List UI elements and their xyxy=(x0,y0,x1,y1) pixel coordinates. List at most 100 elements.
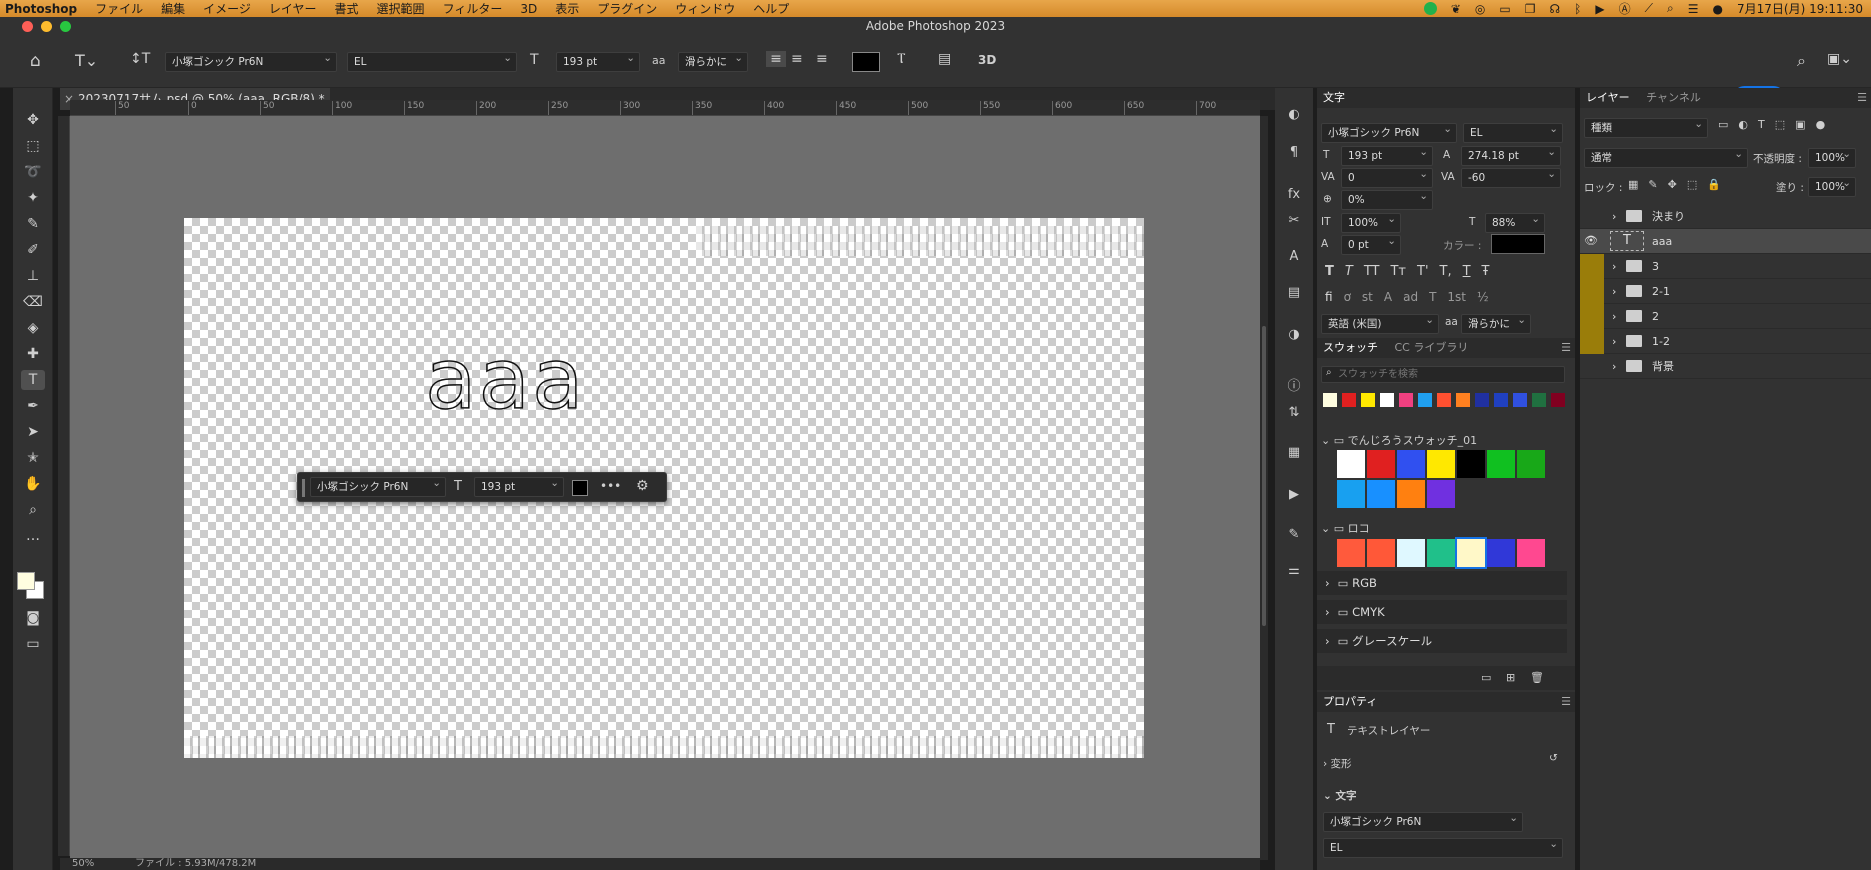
all-caps-button[interactable]: TT xyxy=(1364,264,1380,279)
stamp-tool-icon[interactable]: ⊥ xyxy=(21,266,45,286)
swatch[interactable] xyxy=(1367,539,1395,567)
swatch[interactable] xyxy=(1494,393,1508,407)
menu-view[interactable]: 表示 xyxy=(546,0,588,17)
swatch[interactable] xyxy=(1337,539,1365,567)
layer-row[interactable]: › 1-2 xyxy=(1580,329,1871,354)
chevron-down-icon[interactable]: ⌄ xyxy=(1323,790,1332,802)
char-leading-select[interactable]: 274.18 pt xyxy=(1461,146,1561,166)
menu-file[interactable]: ファイル xyxy=(86,0,152,17)
char-font-select[interactable]: 小塚ゴシック Pr6N xyxy=(1321,123,1457,143)
tab-layers[interactable]: レイヤー xyxy=(1580,88,1637,108)
eraser-tool-icon[interactable]: ⌫ xyxy=(21,292,45,312)
search-icon[interactable]: ⌕ xyxy=(1797,51,1806,71)
swatch[interactable] xyxy=(1437,393,1451,407)
channels-panel-icon[interactable]: ⇅ xyxy=(1285,404,1303,422)
font-size-icon[interactable]: T xyxy=(530,52,539,68)
eye-icon[interactable]: 👁 xyxy=(1584,233,1600,249)
ligature-button[interactable]: fi xyxy=(1325,290,1333,304)
hand-tool-icon[interactable]: ✋ xyxy=(21,474,45,494)
panel-menu-icon[interactable]: ☰ xyxy=(1555,338,1571,358)
window-icon[interactable]: ❐ xyxy=(1525,2,1536,16)
font-family-select[interactable]: 小塚ゴシック Pr6N xyxy=(165,52,337,72)
menu-plugins[interactable]: プラグイン xyxy=(588,0,666,17)
ctx-more-button[interactable]: ••• xyxy=(600,479,621,493)
brush-tool-icon[interactable]: ✐ xyxy=(21,240,45,260)
swatch[interactable] xyxy=(1513,393,1527,407)
panel-menu-icon[interactable]: ☰ xyxy=(1851,88,1867,108)
fraction-button[interactable]: ½ xyxy=(1477,290,1489,304)
layer-row[interactable]: › 2-1 xyxy=(1580,279,1871,304)
visibility-toggle[interactable] xyxy=(1584,208,1600,224)
swatch-group-denjiro[interactable]: ⌄ ▭ でんじろうスウォッチ_01 xyxy=(1321,432,1477,448)
lasso-tool-icon[interactable]: ➰ xyxy=(21,162,45,182)
chevron-right-icon[interactable]: › xyxy=(1317,576,1338,590)
char-panel-toggle-icon[interactable]: ▤ xyxy=(938,51,951,67)
swatch[interactable] xyxy=(1487,539,1515,567)
lock-pixels-icon[interactable]: ✎ xyxy=(1648,178,1657,191)
delete-icon[interactable]: 🗑 xyxy=(1530,671,1544,684)
layer-row[interactable]: › 3 xyxy=(1580,254,1871,279)
screen-icon[interactable]: ▭ xyxy=(1499,2,1510,16)
swatch-group-grayscale[interactable]: › ▭ グレースケール xyxy=(1317,629,1567,653)
image-filter-icon[interactable]: ▭ xyxy=(1718,118,1728,131)
swatch[interactable] xyxy=(1427,480,1455,508)
lock-all-icon[interactable]: 🔒 xyxy=(1707,178,1721,191)
shape-tool-icon[interactable]: ✭ xyxy=(21,448,45,468)
subscript-button[interactable]: T, xyxy=(1440,264,1452,279)
lock-position-icon[interactable]: ✥ xyxy=(1668,178,1677,191)
swatch[interactable] xyxy=(1427,450,1455,478)
quick-mask-icon[interactable]: ◙ xyxy=(21,608,45,628)
chevron-down-icon[interactable]: ⌄ xyxy=(1321,522,1330,535)
line-icon[interactable] xyxy=(1423,2,1437,15)
swatch[interactable] xyxy=(1323,393,1337,407)
visibility-toggle[interactable] xyxy=(1580,279,1604,304)
visibility-toggle[interactable] xyxy=(1580,304,1604,329)
minimize-button[interactable] xyxy=(41,21,52,32)
swatch[interactable] xyxy=(1397,480,1425,508)
tab-channels[interactable]: チャンネル xyxy=(1640,88,1708,108)
small-caps-button[interactable]: Tт xyxy=(1390,264,1406,279)
swatch[interactable] xyxy=(1380,393,1394,407)
layer-filter-select[interactable]: 種類 xyxy=(1584,118,1708,138)
type-tool-icon[interactable]: T xyxy=(21,370,45,390)
foreground-color-swatch[interactable] xyxy=(17,572,35,590)
filter-toggle-icon[interactable]: ● xyxy=(1816,118,1826,131)
marquee-tool-icon[interactable]: ⬚ xyxy=(21,136,45,156)
swatch-group-cmyk[interactable]: › ▭ CMYK xyxy=(1317,600,1567,624)
swatch-group-rgb[interactable]: › ▭ RGB xyxy=(1317,571,1567,595)
control-center-icon[interactable]: ☰ xyxy=(1688,2,1699,16)
vertical-scrollbar[interactable] xyxy=(1260,116,1268,860)
menu-filter[interactable]: フィルター xyxy=(434,0,512,17)
blend-mode-select[interactable]: 通常 xyxy=(1584,148,1748,168)
char-tracking-select[interactable]: -60 xyxy=(1461,168,1561,188)
swatch[interactable] xyxy=(1517,450,1545,478)
zoom-level[interactable]: 50% xyxy=(72,858,94,870)
zoom-tool-icon[interactable]: ⌕ xyxy=(21,500,45,520)
char-size-select[interactable]: 193 pt xyxy=(1341,146,1433,166)
discretionary-ligature-button[interactable]: st xyxy=(1362,290,1373,304)
language-select[interactable]: 英語 (米国) xyxy=(1321,314,1439,334)
move-tool-icon[interactable]: ✥ xyxy=(21,110,45,130)
layer-row[interactable]: › 決まり xyxy=(1580,204,1871,229)
reset-transform-icon[interactable]: ↺ xyxy=(1549,752,1558,764)
swatch[interactable] xyxy=(1397,450,1425,478)
adjustment-filter-icon[interactable]: ◐ xyxy=(1738,118,1748,131)
swatch[interactable] xyxy=(1342,393,1356,407)
chevron-right-icon[interactable]: › xyxy=(1612,279,1616,304)
actions-panel-icon[interactable]: ▶ xyxy=(1285,486,1303,504)
text-orientation-icon[interactable]: ↕T xyxy=(130,51,150,67)
bluetooth-icon[interactable]: ᛒ xyxy=(1574,2,1581,16)
color-panel-icon[interactable]: ◐ xyxy=(1285,106,1303,124)
brush-settings-icon[interactable]: ✎ xyxy=(1285,526,1303,544)
workspace-icon[interactable]: ▣⌄ xyxy=(1827,51,1852,67)
chevron-right-icon[interactable]: › xyxy=(1612,329,1616,354)
info-panel-icon[interactable]: ⓘ xyxy=(1285,378,1303,396)
tab-character[interactable]: 文字 xyxy=(1317,88,1352,108)
menu-3d[interactable]: 3D xyxy=(511,2,546,16)
align-center-icon[interactable]: ≡ xyxy=(791,51,803,67)
chevron-right-icon[interactable]: › xyxy=(1612,304,1616,329)
old-style-button[interactable]: ơ xyxy=(1344,290,1351,304)
more-tools-icon[interactable]: … xyxy=(21,526,45,546)
char-vscale-field[interactable]: 100% xyxy=(1341,213,1401,233)
char-section[interactable]: ⌄ 文字 xyxy=(1323,788,1356,803)
